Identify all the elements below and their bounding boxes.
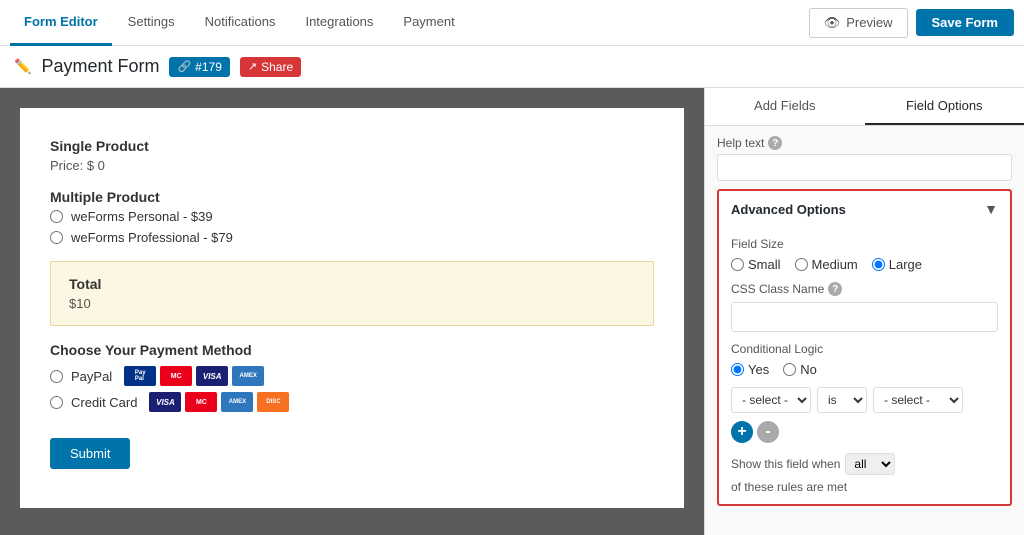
credit-card-logos: VISA MC AMEX DISC: [149, 392, 289, 412]
visa-cc-logo: VISA: [149, 392, 181, 412]
conditional-logic-label: Conditional Logic: [731, 342, 998, 356]
size-small-option[interactable]: Small: [731, 257, 781, 272]
help-text-input[interactable]: [717, 154, 1012, 181]
share-icon: ↗: [248, 60, 257, 73]
payment-method-title: Choose Your Payment Method: [50, 342, 654, 358]
top-navigation: Form Editor Settings Notifications Integ…: [0, 0, 1024, 46]
size-large-radio[interactable]: [872, 258, 885, 271]
credit-card-option[interactable]: Credit Card VISA MC AMEX DISC: [50, 392, 654, 412]
show-rule: Show this field when all any of these ru…: [731, 453, 998, 494]
right-panel-content: Help text ? Advanced Options ▼ Field Siz…: [705, 126, 1024, 535]
single-product-section: Single Product Price: $ 0: [50, 138, 654, 173]
help-text-label: Help text ?: [717, 136, 1012, 150]
page-title: Payment Form: [41, 56, 159, 77]
payment-method-section: Choose Your Payment Method PayPal PayPal…: [50, 342, 654, 412]
tab-form-editor[interactable]: Form Editor: [10, 0, 112, 46]
paypal-option[interactable]: PayPal PayPal MC VISA AMEX: [50, 366, 654, 386]
cond-select-first[interactable]: - select -: [731, 387, 811, 413]
css-class-input[interactable]: [731, 302, 998, 332]
tab-notifications[interactable]: Notifications: [191, 0, 290, 46]
field-size-options: Small Medium Large: [731, 257, 998, 272]
form-preview: Single Product Price: $ 0 Multiple Produ…: [20, 108, 684, 508]
discover-logo: DISC: [257, 392, 289, 412]
size-medium-option[interactable]: Medium: [795, 257, 858, 272]
remove-condition-button[interactable]: -: [757, 421, 779, 443]
mc-cc-logo: MC: [185, 392, 217, 412]
main-layout: Single Product Price: $ 0 Multiple Produ…: [0, 88, 1024, 535]
cond-buttons: + -: [731, 421, 998, 443]
form-preview-scroll[interactable]: Single Product Price: $ 0 Multiple Produ…: [0, 88, 704, 535]
product-option-1[interactable]: weForms Personal - $39: [50, 209, 654, 224]
cond-yes-option[interactable]: Yes: [731, 362, 769, 377]
form-id-badge[interactable]: 🔗 #179: [169, 57, 229, 77]
form-preview-wrapper: Single Product Price: $ 0 Multiple Produ…: [0, 88, 704, 535]
right-panel: Add Fields Field Options Help text ? Adv…: [704, 88, 1024, 535]
sub-header: ✏️ Payment Form 🔗 #179 ↗ Share: [0, 46, 1024, 88]
paypal-radio[interactable]: [50, 370, 63, 383]
credit-card-radio[interactable]: [50, 396, 63, 409]
multiple-product-options: weForms Personal - $39 weForms Professio…: [50, 209, 654, 245]
edit-icon: ✏️: [14, 58, 31, 75]
tab-field-options[interactable]: Field Options: [865, 88, 1024, 125]
advanced-options-body: Field Size Small Medium: [719, 227, 1010, 504]
cond-no-radio[interactable]: [783, 363, 796, 376]
product-radio-1[interactable]: [50, 210, 63, 223]
multiple-product-title: Multiple Product: [50, 189, 654, 205]
advanced-options-title: Advanced Options: [731, 202, 846, 217]
share-badge[interactable]: ↗ Share: [240, 57, 301, 77]
conditional-logic-options: Yes No: [731, 362, 998, 377]
size-medium-radio[interactable]: [795, 258, 808, 271]
css-help-icon[interactable]: ?: [828, 282, 842, 296]
hash-icon: 🔗: [177, 60, 191, 73]
right-panel-tabs: Add Fields Field Options: [705, 88, 1024, 126]
save-button[interactable]: Save Form: [916, 9, 1014, 36]
cond-no-option[interactable]: No: [783, 362, 817, 377]
multiple-product-section: Multiple Product weForms Personal - $39 …: [50, 189, 654, 245]
add-condition-button[interactable]: +: [731, 421, 753, 443]
css-class-group: CSS Class Name ?: [731, 282, 998, 332]
product-option-2[interactable]: weForms Professional - $79: [50, 230, 654, 245]
payment-options: PayPal PayPal MC VISA AMEX Credit Card: [50, 366, 654, 412]
show-rule-select[interactable]: all any: [845, 453, 895, 475]
amex-cc-logo: AMEX: [221, 392, 253, 412]
css-class-label: CSS Class Name ?: [731, 282, 998, 296]
mc-logo: MC: [160, 366, 192, 386]
preview-button[interactable]: 👁 Preview: [809, 8, 908, 38]
cond-yes-radio[interactable]: [731, 363, 744, 376]
total-value: $10: [69, 296, 635, 311]
cond-select-second[interactable]: - select -: [873, 387, 963, 413]
single-product-price: Price: $ 0: [50, 158, 654, 173]
eye-icon: 👁: [824, 15, 841, 31]
size-large-option[interactable]: Large: [872, 257, 922, 272]
top-nav-actions: 👁 Preview Save Form: [809, 8, 1014, 38]
paypal-logo: PayPal: [124, 366, 156, 386]
help-icon[interactable]: ?: [768, 136, 782, 150]
total-label: Total: [69, 276, 635, 292]
tab-integrations[interactable]: Integrations: [291, 0, 387, 46]
advanced-options-box: Advanced Options ▼ Field Size Small: [717, 189, 1012, 506]
tab-settings[interactable]: Settings: [114, 0, 189, 46]
visa-logo: VISA: [196, 366, 228, 386]
collapse-icon: ▼: [984, 201, 998, 217]
total-box: Total $10: [50, 261, 654, 326]
conditional-logic-group: Conditional Logic Yes No: [731, 342, 998, 377]
conditional-row: - select - is is not - select -: [731, 387, 998, 413]
nav-tabs: Form Editor Settings Notifications Integ…: [10, 0, 469, 46]
field-size-label: Field Size: [731, 237, 998, 251]
paypal-logos: PayPal MC VISA AMEX: [124, 366, 264, 386]
tab-payment[interactable]: Payment: [389, 0, 468, 46]
tab-add-fields[interactable]: Add Fields: [705, 88, 865, 125]
advanced-options-header[interactable]: Advanced Options ▼: [719, 191, 1010, 227]
product-radio-2[interactable]: [50, 231, 63, 244]
amex-logo: AMEX: [232, 366, 264, 386]
single-product-title: Single Product: [50, 138, 654, 154]
cond-operator[interactable]: is is not: [817, 387, 867, 413]
size-small-radio[interactable]: [731, 258, 744, 271]
submit-button[interactable]: Submit: [50, 438, 130, 469]
field-size-group: Field Size Small Medium: [731, 237, 998, 272]
